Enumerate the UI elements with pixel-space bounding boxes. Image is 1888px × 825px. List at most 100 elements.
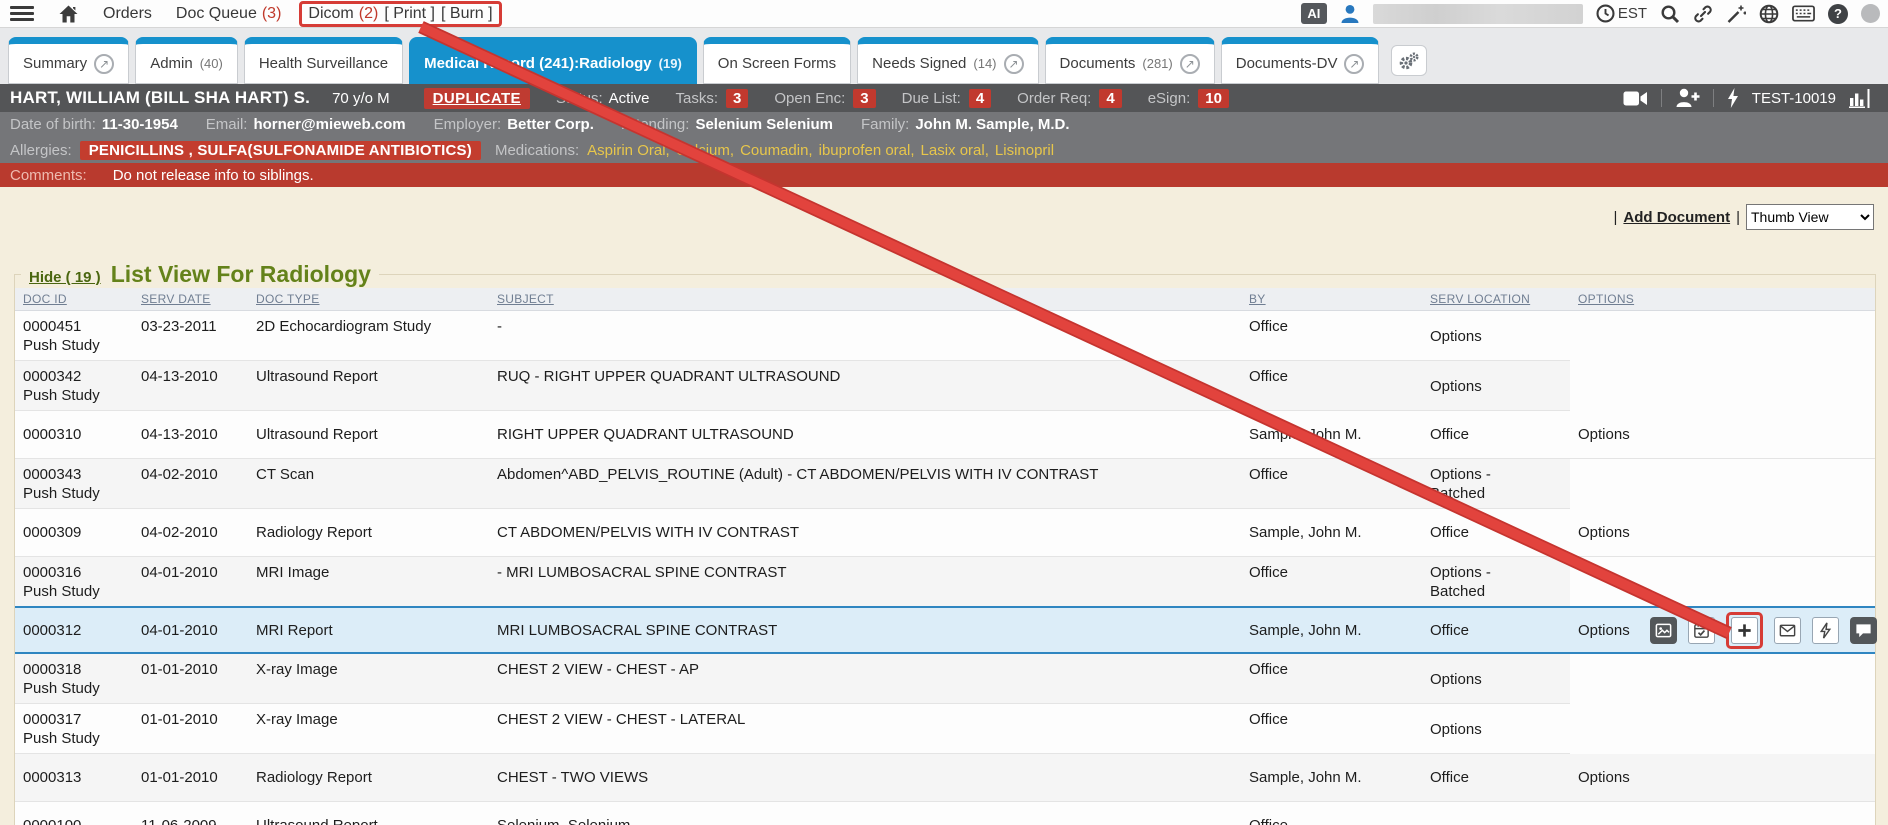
- medication-link[interactable]: Calcium,: [676, 142, 734, 159]
- nav-dicom[interactable]: Dicom(2): [308, 5, 378, 23]
- link-icon[interactable]: [1693, 4, 1713, 24]
- chart-stats-icon[interactable]: [1849, 89, 1870, 108]
- doc-id[interactable]: 0000318: [23, 660, 125, 679]
- home-icon[interactable]: [58, 4, 79, 24]
- doc-id[interactable]: 0000309: [23, 523, 125, 542]
- document-row[interactable]: 0000343Push Study 04-02-2010 CT Scan Abd…: [15, 459, 1875, 509]
- hide-list-link[interactable]: Hide ( 19 ): [29, 269, 101, 286]
- esign-count-badge[interactable]: 10: [1198, 89, 1229, 108]
- duplicate-badge[interactable]: DUPLICATE: [424, 88, 530, 109]
- keyboard-icon[interactable]: [1792, 5, 1815, 22]
- add-person-icon[interactable]: [1675, 88, 1700, 108]
- doc-id[interactable]: 0000343: [23, 465, 125, 484]
- external-link-icon[interactable]: ↗: [94, 54, 114, 74]
- nav-dicom-burn[interactable]: [ Burn ]: [441, 5, 493, 23]
- document-row[interactable]: 0000309 04-02-2010 Radiology Report CT A…: [15, 509, 1875, 557]
- open-enc-count-badge[interactable]: 3: [853, 89, 875, 108]
- options-link[interactable]: Options - Batched: [1430, 563, 1542, 601]
- video-camera-icon[interactable]: [1623, 90, 1648, 107]
- col-header-serv-date[interactable]: SERV DATE: [133, 288, 248, 311]
- document-row[interactable]: 0000318Push Study 01-01-2010 X-ray Image…: [15, 653, 1875, 704]
- doc-id[interactable]: 0000100: [23, 816, 125, 825]
- medication-link[interactable]: Aspirin Oral,: [587, 142, 670, 159]
- col-header-doc-id[interactable]: DOC ID: [15, 288, 133, 311]
- document-row[interactable]: 0000313 01-01-2010 Radiology Report CHES…: [15, 754, 1875, 802]
- push-study-link[interactable]: Push Study: [23, 729, 125, 748]
- document-row[interactable]: 0000310 04-13-2010 Ultrasound Report RIG…: [15, 411, 1875, 459]
- document-row[interactable]: 0000312 04-01-2010 MRI Report MRI LUMBOS…: [15, 607, 1875, 653]
- image-viewer-button[interactable]: [1650, 617, 1677, 644]
- medication-link[interactable]: ibuprofen oral,: [819, 142, 915, 159]
- doc-id[interactable]: 0000451: [23, 317, 125, 336]
- push-study-link[interactable]: Push Study: [23, 484, 125, 503]
- tab-summary[interactable]: Summary↗: [8, 37, 129, 84]
- document-row[interactable]: 0000317Push Study 01-01-2010 X-ray Image…: [15, 704, 1875, 754]
- options-link[interactable]: Options: [1430, 670, 1482, 689]
- view-mode-select[interactable]: Thumb View: [1746, 204, 1874, 230]
- tab-settings-gear[interactable]: [1391, 45, 1427, 76]
- calendar-check-button[interactable]: [1688, 617, 1715, 644]
- add-document-link[interactable]: Add Document: [1623, 209, 1730, 226]
- col-header-subject[interactable]: SUBJECT: [489, 288, 1241, 311]
- push-study-link[interactable]: Push Study: [23, 336, 125, 355]
- tab-documents[interactable]: Documents(281)↗: [1045, 37, 1215, 84]
- doc-id[interactable]: 0000342: [23, 367, 125, 386]
- tab-on-screen-forms[interactable]: On Screen Forms: [703, 37, 851, 84]
- options-link[interactable]: Options: [1578, 768, 1630, 787]
- tab-needs-signed[interactable]: Needs Signed(14)↗: [857, 37, 1038, 84]
- wand-icon[interactable]: [1726, 4, 1746, 24]
- col-header-options[interactable]: OPTIONS: [1570, 288, 1875, 311]
- order-req-count-badge[interactable]: 4: [1099, 89, 1121, 108]
- document-row[interactable]: 0000451Push Study 03-23-2011 2D Echocard…: [15, 311, 1875, 361]
- allergies-value[interactable]: PENICILLINS , SULFA(SULFONAMIDE ANTIBIOT…: [80, 141, 481, 160]
- options-link[interactable]: Options: [1578, 425, 1630, 444]
- medication-link[interactable]: Lasix oral,: [921, 142, 989, 159]
- nav-orders[interactable]: Orders: [103, 5, 152, 23]
- tab-medical-record-radiology[interactable]: Medical Record (241):Radiology(19): [409, 37, 697, 84]
- tasks-count-badge[interactable]: 3: [726, 89, 748, 108]
- external-link-icon[interactable]: ↗: [1004, 54, 1024, 74]
- options-link[interactable]: Options: [1430, 327, 1482, 346]
- push-study-link[interactable]: Push Study: [23, 582, 125, 601]
- add-document-button[interactable]: [1731, 617, 1758, 644]
- options-link[interactable]: Options: [1430, 377, 1482, 396]
- tab-health-surveillance[interactable]: Health Surveillance: [244, 37, 403, 84]
- document-row[interactable]: 0000316Push Study 04-01-2010 MRI Image -…: [15, 557, 1875, 608]
- globe-icon[interactable]: [1759, 4, 1779, 24]
- push-study-link[interactable]: Push Study: [23, 386, 125, 405]
- user-icon[interactable]: [1340, 4, 1360, 24]
- doc-id[interactable]: 0000310: [23, 425, 125, 444]
- document-row[interactable]: 0000100 11-06-2009 Ultrasound Report Sel…: [15, 802, 1875, 825]
- medication-link[interactable]: Coumadin,: [740, 142, 813, 159]
- col-header-doc-type[interactable]: DOC TYPE: [248, 288, 489, 311]
- doc-id[interactable]: 0000317: [23, 710, 125, 729]
- tab-admin[interactable]: Admin(40): [135, 37, 238, 84]
- external-link-icon[interactable]: ↗: [1344, 54, 1364, 74]
- quick-action-bolt-icon[interactable]: [1727, 88, 1739, 108]
- document-row[interactable]: 0000342Push Study 04-13-2010 Ultrasound …: [15, 361, 1875, 411]
- external-link-icon[interactable]: ↗: [1180, 54, 1200, 74]
- search-icon[interactable]: [1660, 4, 1680, 24]
- lightning-button[interactable]: [1812, 617, 1839, 644]
- doc-id[interactable]: 0000313: [23, 768, 125, 787]
- col-header-by[interactable]: BY: [1241, 288, 1422, 311]
- help-icon[interactable]: ?: [1828, 4, 1848, 24]
- options-link[interactable]: Options: [1578, 621, 1630, 640]
- menu-icon[interactable]: [10, 6, 34, 21]
- options-link[interactable]: Options: [1430, 720, 1482, 739]
- email-value[interactable]: horner@mieweb.com: [253, 116, 405, 133]
- push-study-link[interactable]: Push Study: [23, 679, 125, 698]
- doc-id[interactable]: 0000312: [23, 621, 125, 640]
- options-link[interactable]: Options - Batched: [1430, 465, 1542, 503]
- col-header-serv-location[interactable]: SERV LOCATION: [1422, 288, 1570, 311]
- comment-button[interactable]: [1850, 617, 1877, 644]
- options-link[interactable]: Options: [1578, 523, 1630, 542]
- medication-link[interactable]: Lisinopril: [995, 142, 1054, 159]
- nav-doc-queue[interactable]: Doc Queue(3): [176, 5, 282, 23]
- email-button[interactable]: [1774, 617, 1801, 644]
- ai-badge[interactable]: AI: [1301, 3, 1327, 24]
- clock-icon[interactable]: [1596, 4, 1615, 23]
- tab-documents-dv[interactable]: Documents-DV↗: [1221, 37, 1380, 84]
- doc-id[interactable]: 0000316: [23, 563, 125, 582]
- nav-dicom-print[interactable]: [ Print ]: [384, 5, 435, 23]
